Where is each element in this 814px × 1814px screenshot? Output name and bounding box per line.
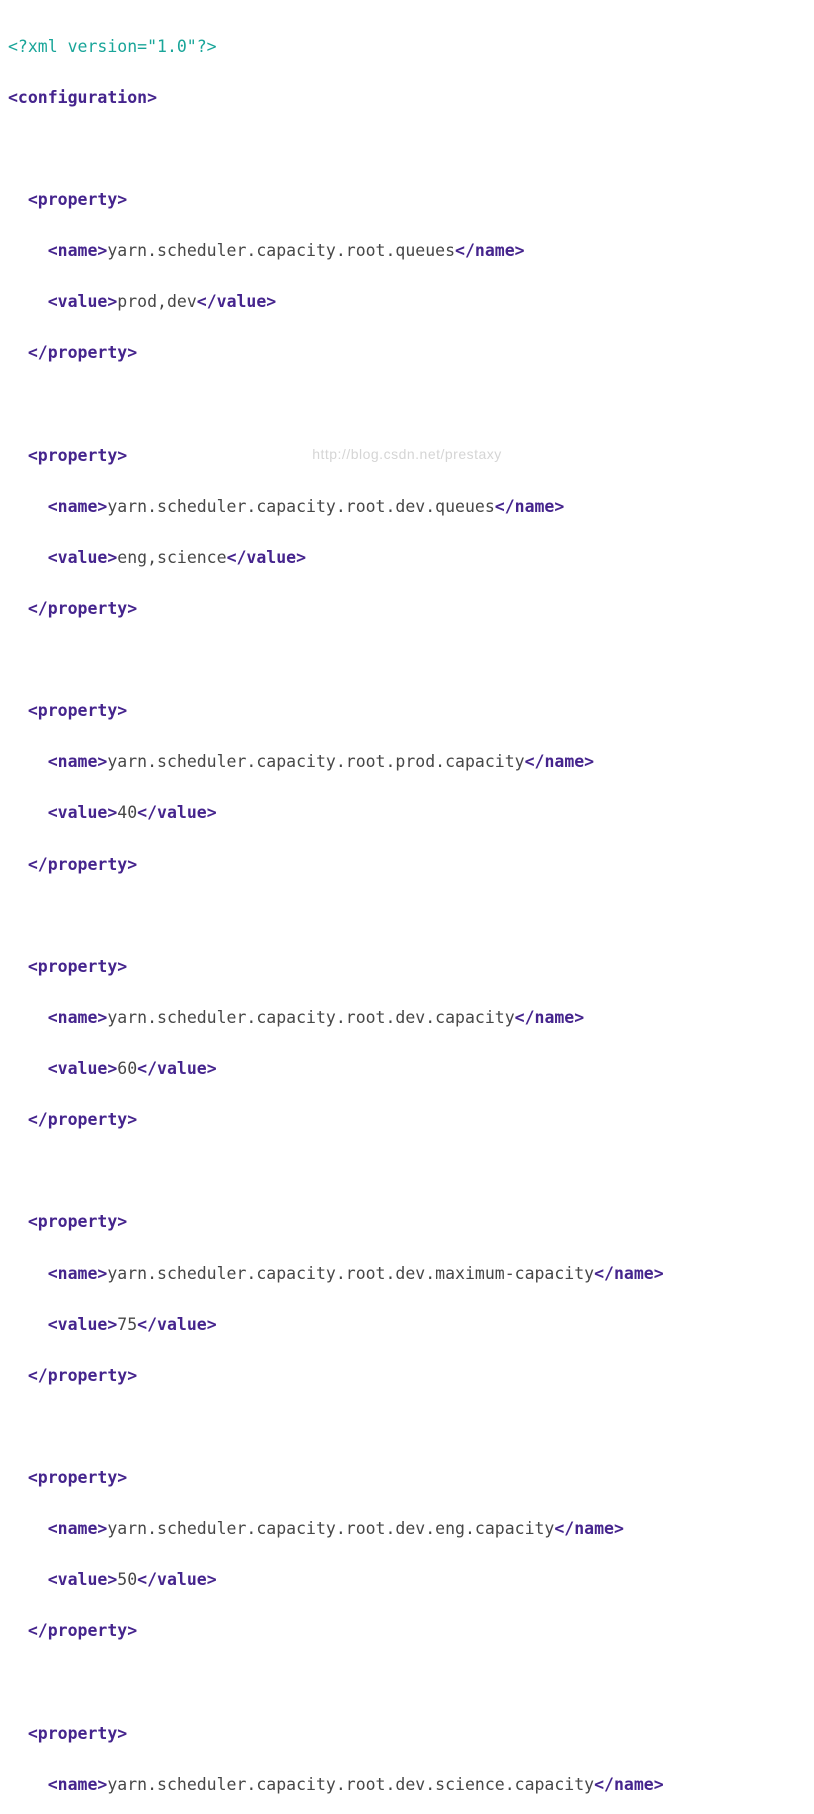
name-close-tag: </name> (594, 1775, 664, 1794)
property-close-line: </property> (8, 1618, 806, 1644)
name-text: yarn.scheduler.capacity.root.dev.maximum… (107, 1264, 594, 1283)
name-open-tag: <name> (48, 241, 108, 260)
value-open-tag: <value> (48, 1059, 118, 1078)
property-open-line: <property> (8, 1209, 806, 1235)
value-text: 75 (117, 1315, 137, 1334)
value-open-tag: <value> (48, 548, 118, 567)
name-line: <name>yarn.scheduler.capacity.root.dev.c… (8, 1005, 806, 1031)
name-line: <name>yarn.scheduler.capacity.root.dev.m… (8, 1261, 806, 1287)
name-open-tag: <name> (48, 1775, 108, 1794)
value-close-tag: </value> (137, 1315, 216, 1334)
name-close-tag: </name> (515, 1008, 585, 1027)
name-close-tag: </name> (455, 241, 525, 260)
value-text: prod,dev (117, 292, 196, 311)
property-open-line: <property> (8, 698, 806, 724)
name-close-tag: </name> (525, 752, 595, 771)
name-line: <name>yarn.scheduler.capacity.root.dev.e… (8, 1516, 806, 1542)
name-open-tag: <name> (48, 1519, 108, 1538)
value-line: <value>60</value> (8, 1056, 806, 1082)
name-line: <name>yarn.scheduler.capacity.root.prod.… (8, 749, 806, 775)
value-text: 40 (117, 803, 137, 822)
name-open-tag: <name> (48, 752, 108, 771)
name-text: yarn.scheduler.capacity.root.prod.capaci… (107, 752, 524, 771)
name-text: yarn.scheduler.capacity.root.queues (107, 241, 455, 260)
property-close-line: </property> (8, 340, 806, 366)
xml-declaration-line: <?xml version="1.0"?> (8, 34, 806, 60)
property-close-tag: </property> (28, 1366, 137, 1385)
name-open-tag: <name> (48, 1008, 108, 1027)
value-open-tag: <value> (48, 803, 118, 822)
property-open-tag: <property> (28, 701, 127, 720)
name-close-tag: </name> (594, 1264, 664, 1283)
property-open-tag: <property> (28, 1724, 127, 1743)
property-open-tag: <property> (28, 957, 127, 976)
property-open-line: <property> (8, 954, 806, 980)
name-close-tag: </name> (554, 1519, 624, 1538)
name-text: yarn.scheduler.capacity.root.dev.queues (107, 497, 494, 516)
value-line: <value>50</value> (8, 1567, 806, 1593)
property-open-tag: <property> (28, 1212, 127, 1231)
value-line: <value>eng,science</value> (8, 545, 806, 571)
property-open-line: <property> (8, 443, 806, 469)
property-close-line: </property> (8, 1363, 806, 1389)
property-close-line: </property> (8, 852, 806, 878)
value-open-tag: <value> (48, 1315, 118, 1334)
value-text: 60 (117, 1059, 137, 1078)
property-close-tag: </property> (28, 599, 137, 618)
value-line: <value>40</value> (8, 800, 806, 826)
name-text: yarn.scheduler.capacity.root.dev.eng.cap… (107, 1519, 554, 1538)
property-close-tag: </property> (28, 855, 137, 874)
name-open-tag: <name> (48, 497, 108, 516)
name-text: yarn.scheduler.capacity.root.dev.science… (107, 1775, 594, 1794)
name-line: <name>yarn.scheduler.capacity.root.dev.q… (8, 494, 806, 520)
property-close-line: </property> (8, 1107, 806, 1133)
property-open-tag: <property> (28, 190, 127, 209)
value-close-tag: </value> (137, 1570, 216, 1589)
value-line: <value>prod,dev</value> (8, 289, 806, 315)
property-open-line: <property> (8, 1465, 806, 1491)
value-close-tag: </value> (197, 292, 276, 311)
name-line: <name>yarn.scheduler.capacity.root.queue… (8, 238, 806, 264)
property-open-line: <property> (8, 187, 806, 213)
value-text: eng,science (117, 548, 226, 567)
property-open-tag: <property> (28, 1468, 127, 1487)
xml-code-block: <?xml version="1.0"?> <configuration> <p… (8, 8, 806, 1814)
value-text: 50 (117, 1570, 137, 1589)
name-text: yarn.scheduler.capacity.root.dev.capacit… (107, 1008, 514, 1027)
property-close-tag: </property> (28, 1621, 137, 1640)
value-open-tag: <value> (48, 1570, 118, 1589)
property-close-tag: </property> (28, 1110, 137, 1129)
name-open-tag: <name> (48, 1264, 108, 1283)
value-close-tag: </value> (137, 803, 216, 822)
xml-declaration: <?xml version="1.0"?> (8, 37, 217, 56)
configuration-open-line: <configuration> (8, 85, 806, 111)
property-open-line: <property> (8, 1721, 806, 1747)
property-close-line: </property> (8, 596, 806, 622)
name-line: <name>yarn.scheduler.capacity.root.dev.s… (8, 1772, 806, 1798)
value-close-tag: </value> (227, 548, 306, 567)
value-open-tag: <value> (48, 292, 118, 311)
name-close-tag: </name> (495, 497, 565, 516)
property-close-tag: </property> (28, 343, 137, 362)
property-open-tag: <property> (28, 446, 127, 465)
configuration-open-tag: <configuration> (8, 88, 157, 107)
value-close-tag: </value> (137, 1059, 216, 1078)
value-line: <value>75</value> (8, 1312, 806, 1338)
